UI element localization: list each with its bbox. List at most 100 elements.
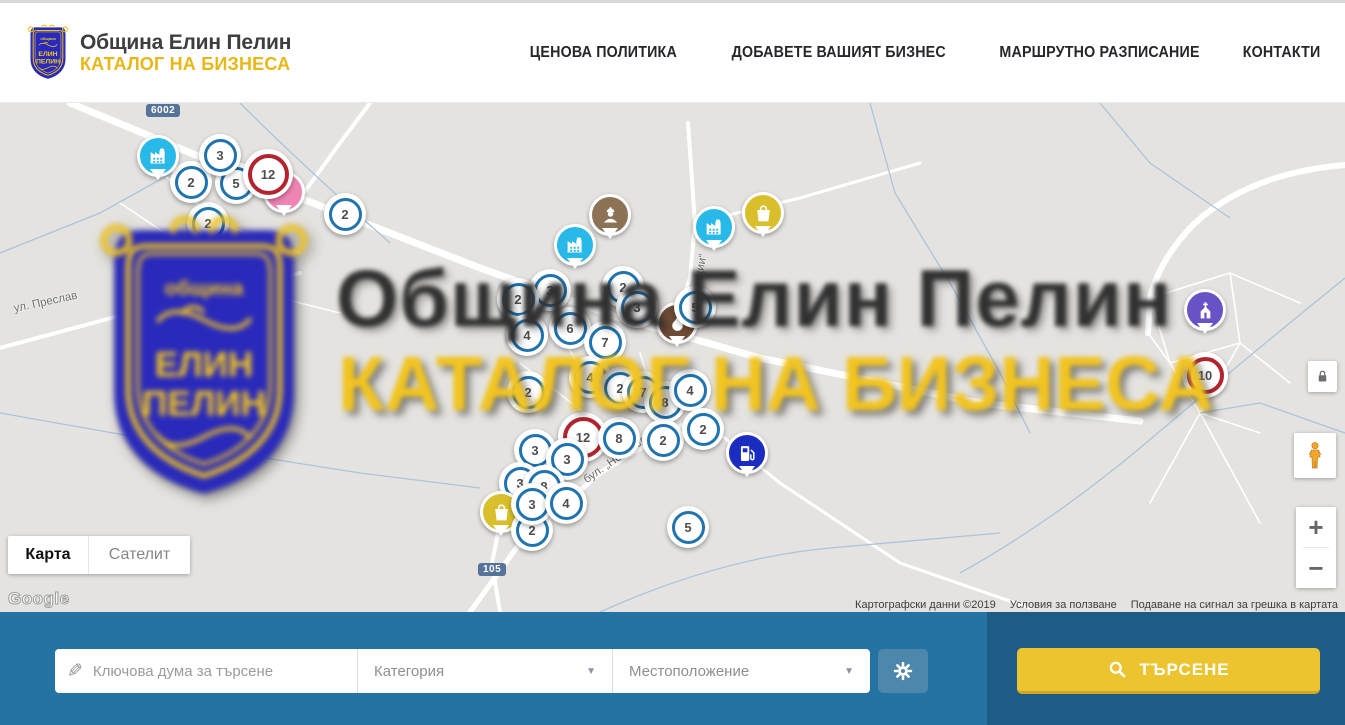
cluster-count: 2 [204, 216, 211, 231]
nav-item-contacts[interactable]: КОНТАКТИ [1242, 44, 1320, 62]
cluster-marker[interactable]: 4 [506, 314, 548, 356]
cluster-count: 3 [528, 497, 535, 512]
main-nav: ЦЕНОВА ПОЛИТИКА ДОБАВЕТЕ ВАШИЯТ БИЗНЕС М… [481, 44, 1320, 62]
nav-item-route-schedule[interactable]: МАРШРУТНО РАЗПИСАНИЕ [999, 44, 1199, 62]
cluster-count: 3 [531, 443, 538, 458]
cluster-marker[interactable]: 4 [545, 482, 587, 524]
map-canvas[interactable]: 6002105 ул. Преславбул. „Новоселции“ 225… [0, 103, 1345, 612]
search-button[interactable]: ТЪРСЕНЕ [1017, 648, 1320, 694]
cluster-marker[interactable]: 2 [507, 371, 549, 413]
cluster-count: 2 [659, 433, 666, 448]
cluster-ring: 4 [674, 374, 707, 407]
pin-marker-factory[interactable] [554, 224, 596, 266]
pin-marker-bag[interactable] [742, 192, 784, 234]
cluster-marker[interactable]: 5 [674, 286, 716, 328]
cluster-ring: 5 [672, 511, 705, 544]
cluster-ring: 7 [589, 326, 622, 359]
pegman-icon [1303, 441, 1327, 471]
pin-marker-worker[interactable] [589, 194, 631, 236]
google-logo[interactable]: Google [8, 589, 70, 609]
lock-button[interactable] [1308, 361, 1337, 392]
brand-text: Община Елин Пелин КАТАЛОГ НА БИЗНЕСА [80, 31, 291, 75]
cluster-count: 3 [216, 148, 223, 163]
cluster-marker[interactable]: 8 [598, 417, 640, 459]
cluster-count: 5 [684, 520, 691, 535]
search-button-label: ТЪРСЕНЕ [1139, 660, 1229, 680]
cluster-count: 3 [633, 300, 640, 315]
svg-text:община: община [40, 36, 56, 41]
cluster-count: 2 [524, 385, 531, 400]
cluster-ring: 10 [1187, 357, 1224, 394]
map-type-map-button[interactable]: Карта [8, 536, 88, 574]
chevron-down-icon: ▼ [844, 666, 854, 677]
svg-text:ПЕЛИН: ПЕЛИН [36, 59, 60, 66]
markers-layer: 225312232235647422784128223338234510 [0, 103, 1345, 612]
cluster-count: 4 [523, 328, 530, 343]
cluster-marker[interactable]: 4 [669, 369, 711, 411]
keyword-search-input[interactable] [93, 663, 345, 680]
cluster-count: 12 [261, 167, 275, 182]
cluster-count: 8 [661, 395, 668, 410]
cluster-count: 6 [566, 321, 573, 336]
cluster-ring: 5 [679, 291, 712, 324]
nav-item-add-business[interactable]: ДОБАВЕТЕ ВАШИЯТ БИЗНЕС [732, 44, 946, 62]
church-icon [1195, 300, 1216, 321]
street-view-pegman-button[interactable] [1294, 433, 1336, 478]
cluster-ring: 4 [511, 319, 544, 352]
cluster-marker[interactable]: 2 [642, 419, 684, 461]
fuel-icon [737, 443, 758, 464]
cluster-marker[interactable]: 2 [324, 193, 366, 235]
municipality-crest-logo: община ЕЛИН ПЕЛИН [25, 24, 71, 81]
pin-marker-factory[interactable] [693, 206, 735, 248]
search-fields: ✎ Категория ▼ Местоположение ▼ [55, 649, 870, 693]
cluster-ring: 2 [512, 376, 545, 409]
cluster-ring: 2 [647, 424, 680, 457]
chevron-down-icon: ▼ [586, 666, 596, 677]
cluster-ring: 4 [550, 487, 583, 520]
pin-marker-church[interactable] [1184, 289, 1226, 331]
nav-item-pricing[interactable]: ЦЕНОВА ПОЛИТИКА [530, 44, 677, 62]
cluster-count: 5 [691, 300, 698, 315]
cluster-count: 2 [341, 207, 348, 222]
location-select-value: Местоположение [629, 663, 749, 680]
cluster-marker[interactable]: 3 [616, 286, 658, 328]
cluster-marker[interactable]: 2 [187, 202, 229, 244]
lock-icon [1315, 368, 1330, 385]
gear-icon [892, 660, 914, 682]
cluster-marker[interactable]: 2 [682, 408, 724, 450]
factory-icon [148, 146, 169, 167]
bag-icon [753, 203, 774, 224]
cluster-ring: 12 [248, 154, 289, 195]
pin-marker-fuel[interactable] [726, 432, 768, 474]
factory-icon [565, 235, 586, 256]
map-copyright: Картографски данни ©2019 [855, 599, 996, 611]
zoom-control: + − [1296, 507, 1336, 588]
cluster-count: 4 [562, 496, 569, 511]
factory-icon [704, 217, 725, 238]
cluster-marker[interactable]: 5 [667, 506, 709, 548]
pin-marker-factory[interactable] [137, 135, 179, 177]
category-select[interactable]: Категория ▼ [357, 649, 612, 693]
keyword-field: ✎ [55, 649, 357, 693]
cluster-marker[interactable]: 12 [243, 149, 293, 199]
cluster-ring: 2 [175, 166, 208, 199]
cluster-marker[interactable]: 10 [1182, 352, 1228, 398]
location-select[interactable]: Местоположение ▼ [612, 649, 870, 693]
report-error-link[interactable]: Подаване на сигнал за грешка в картата [1131, 599, 1338, 611]
cluster-count: 2 [699, 422, 706, 437]
terms-link[interactable]: Условия за ползване [1010, 599, 1117, 611]
cluster-ring: 3 [516, 488, 549, 521]
cluster-marker[interactable]: 3 [199, 134, 241, 176]
map-type-satellite-button[interactable]: Сателит [88, 536, 190, 574]
worker-icon [600, 205, 621, 226]
cluster-count: 7 [601, 335, 608, 350]
cluster-ring: 6 [554, 312, 587, 345]
cluster-marker[interactable]: 2 [497, 278, 539, 320]
zoom-out-button[interactable]: − [1296, 548, 1336, 588]
zoom-in-button[interactable]: + [1296, 507, 1336, 547]
cluster-count: 4 [586, 370, 593, 385]
site-logo[interactable]: община ЕЛИН ПЕЛИН Община Елин Пелин КАТА… [25, 24, 291, 81]
settings-button[interactable] [878, 649, 928, 693]
bag-icon [491, 502, 512, 523]
map-attribution: Картографски данни ©2019 Условия за ползв… [855, 599, 1338, 611]
